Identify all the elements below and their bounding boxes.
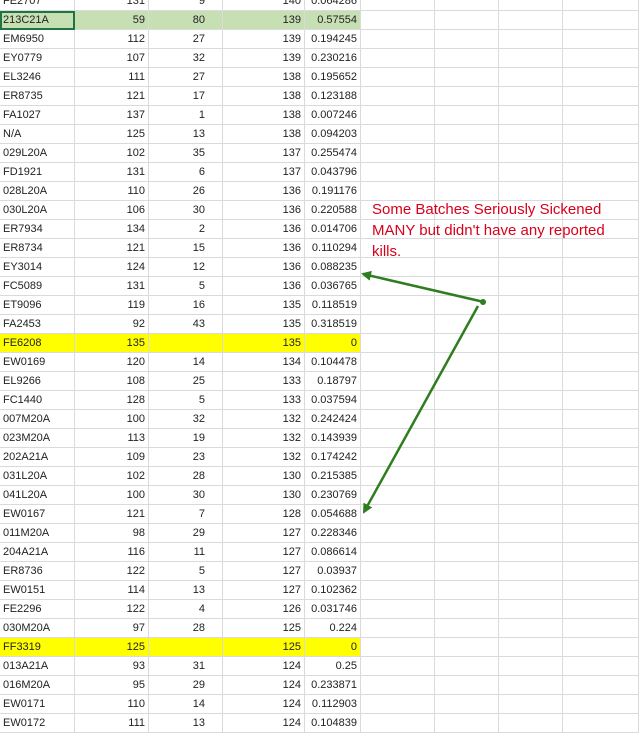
value-cell[interactable]: 29 bbox=[149, 676, 223, 695]
total-cell[interactable]: 125 bbox=[223, 638, 305, 657]
value-cell[interactable]: 93 bbox=[75, 657, 149, 676]
empty-cell[interactable] bbox=[499, 638, 563, 657]
value-cell[interactable]: 125 bbox=[75, 638, 149, 657]
batch-cell[interactable]: FF3319 bbox=[0, 638, 75, 657]
total-cell[interactable]: 126 bbox=[223, 600, 305, 619]
total-cell[interactable]: 125 bbox=[223, 619, 305, 638]
annotation-arrows bbox=[361, 270, 486, 514]
empty-cell[interactable] bbox=[361, 581, 435, 600]
batch-cell[interactable]: EW0151 bbox=[0, 581, 75, 600]
ratio-cell[interactable]: 0.233871 bbox=[305, 676, 361, 695]
ratio-cell[interactable]: 0.112903 bbox=[305, 695, 361, 714]
table-row: EW0151 114 13 127 0.102362 bbox=[0, 581, 639, 600]
empty-cell[interactable] bbox=[563, 657, 639, 676]
value-cell[interactable]: 28 bbox=[149, 619, 223, 638]
total-cell[interactable]: 124 bbox=[223, 714, 305, 733]
empty-cell[interactable] bbox=[435, 600, 499, 619]
empty-cell[interactable] bbox=[563, 676, 639, 695]
ratio-cell[interactable]: 0 bbox=[305, 638, 361, 657]
table-row: EW0172 111 13 124 0.104839 bbox=[0, 714, 639, 733]
ratio-cell[interactable]: 0.102362 bbox=[305, 581, 361, 600]
empty-cell[interactable] bbox=[435, 581, 499, 600]
empty-cell[interactable] bbox=[361, 657, 435, 676]
empty-cell[interactable] bbox=[435, 619, 499, 638]
arrow-to-ff3319 bbox=[362, 305, 480, 514]
total-cell[interactable]: 124 bbox=[223, 676, 305, 695]
total-cell[interactable]: 124 bbox=[223, 695, 305, 714]
batch-cell[interactable]: 013A21A bbox=[0, 657, 75, 676]
empty-cell[interactable] bbox=[563, 581, 639, 600]
empty-cell[interactable] bbox=[435, 676, 499, 695]
ratio-cell[interactable]: 0.104839 bbox=[305, 714, 361, 733]
batch-cell[interactable]: 016M20A bbox=[0, 676, 75, 695]
table-row: FF3319 125 125 0 bbox=[0, 638, 639, 657]
ratio-cell[interactable]: 0.25 bbox=[305, 657, 361, 676]
empty-cell[interactable] bbox=[499, 695, 563, 714]
value-cell[interactable]: 111 bbox=[75, 714, 149, 733]
empty-cell[interactable] bbox=[361, 714, 435, 733]
table-row: 030M20A 97 28 125 0.224 bbox=[0, 619, 639, 638]
empty-cell[interactable] bbox=[499, 581, 563, 600]
empty-cell[interactable] bbox=[499, 657, 563, 676]
empty-cell[interactable] bbox=[435, 657, 499, 676]
empty-cell[interactable] bbox=[499, 600, 563, 619]
value-cell[interactable]: 4 bbox=[149, 600, 223, 619]
empty-cell[interactable] bbox=[361, 638, 435, 657]
empty-cell[interactable] bbox=[499, 676, 563, 695]
table-row: EW0171 110 14 124 0.112903 bbox=[0, 695, 639, 714]
ratio-cell[interactable]: 0.031746 bbox=[305, 600, 361, 619]
arrow-to-fe6208 bbox=[361, 270, 485, 304]
empty-cell[interactable] bbox=[435, 638, 499, 657]
table-row: FE2296 122 4 126 0.031746 bbox=[0, 600, 639, 619]
empty-cell[interactable] bbox=[563, 695, 639, 714]
value-cell[interactable]: 114 bbox=[75, 581, 149, 600]
empty-cell[interactable] bbox=[361, 600, 435, 619]
value-cell[interactable]: 31 bbox=[149, 657, 223, 676]
value-cell[interactable]: 14 bbox=[149, 695, 223, 714]
empty-cell[interactable] bbox=[435, 695, 499, 714]
total-cell[interactable]: 124 bbox=[223, 657, 305, 676]
value-cell[interactable]: 95 bbox=[75, 676, 149, 695]
empty-cell[interactable] bbox=[435, 714, 499, 733]
empty-cell[interactable] bbox=[361, 619, 435, 638]
value-cell[interactable]: 122 bbox=[75, 600, 149, 619]
value-cell[interactable]: 97 bbox=[75, 619, 149, 638]
table-row: 013A21A 93 31 124 0.25 bbox=[0, 657, 639, 676]
empty-cell[interactable] bbox=[361, 676, 435, 695]
value-cell[interactable]: 13 bbox=[149, 581, 223, 600]
empty-cell[interactable] bbox=[499, 619, 563, 638]
empty-cell[interactable] bbox=[563, 714, 639, 733]
arrow-origin-dot bbox=[480, 299, 486, 305]
ratio-cell[interactable]: 0.224 bbox=[305, 619, 361, 638]
value-cell[interactable] bbox=[149, 638, 223, 657]
empty-cell[interactable] bbox=[563, 619, 639, 638]
batch-cell[interactable]: 030M20A bbox=[0, 619, 75, 638]
empty-cell[interactable] bbox=[563, 600, 639, 619]
empty-cell[interactable] bbox=[499, 714, 563, 733]
batch-cell[interactable]: EW0172 bbox=[0, 714, 75, 733]
empty-cell[interactable] bbox=[563, 638, 639, 657]
value-cell[interactable]: 13 bbox=[149, 714, 223, 733]
batch-cell[interactable]: FE2296 bbox=[0, 600, 75, 619]
total-cell[interactable]: 127 bbox=[223, 581, 305, 600]
table-row: 016M20A 95 29 124 0.233871 bbox=[0, 676, 639, 695]
batch-cell[interactable]: EW0171 bbox=[0, 695, 75, 714]
value-cell[interactable]: 110 bbox=[75, 695, 149, 714]
empty-cell[interactable] bbox=[361, 695, 435, 714]
